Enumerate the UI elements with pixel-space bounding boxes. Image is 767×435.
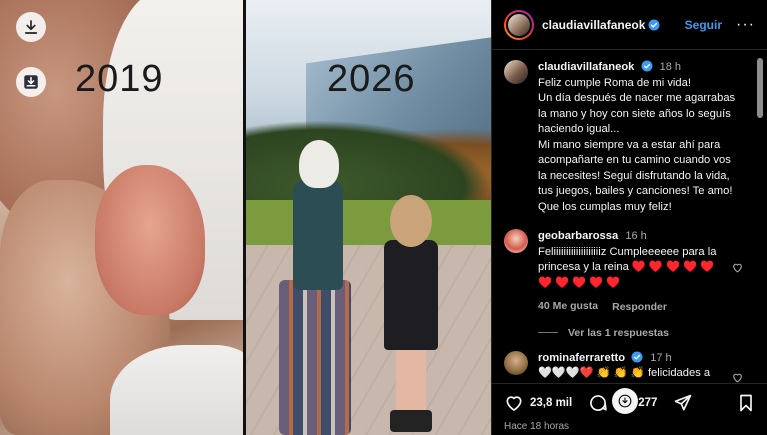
view-replies-row: Ver las 1 respuestas (538, 327, 742, 339)
photo-girl-shoes (390, 410, 432, 432)
photo-woman-torso (293, 180, 343, 290)
comment-likes[interactable]: 40 Me gusta (538, 299, 598, 315)
photo-woman-hair (299, 140, 339, 188)
post-sidebar: claudiavillafaneok Seguir ··· claudiavil… (491, 0, 767, 435)
download-icon (618, 394, 632, 408)
more-options-button[interactable]: ··· (736, 16, 755, 33)
comment-username[interactable]: rominaferraretto (538, 352, 625, 364)
post-caption: claudiavillafaneok 18 h Feliz cumple Rom… (504, 60, 742, 215)
comment-like-icon[interactable] (731, 261, 744, 274)
photo-baby-hand (95, 165, 205, 315)
save-media-icon (24, 75, 38, 89)
photo-girl-legs (396, 345, 426, 415)
author-avatar[interactable] (504, 9, 534, 40)
bookmark-button[interactable] (736, 393, 756, 413)
author-username[interactable]: claudiavillafaneok (542, 18, 645, 32)
comment-item: geobarbarossa 16 h Feliiiiiiiiiiiiiiiiii… (504, 229, 742, 315)
share-button[interactable] (673, 393, 693, 413)
post-header: claudiavillafaneok Seguir ··· (492, 0, 767, 50)
comments-list[interactable]: claudiavillafaneok 18 h Feliz cumple Rom… (492, 50, 754, 383)
floating-download-button[interactable] (612, 388, 638, 414)
bookmark-icon (740, 394, 752, 412)
comment-like-icon[interactable] (731, 371, 744, 384)
photo-woman (271, 140, 361, 435)
year-label-2019: 2019 (75, 58, 164, 100)
share-icon (675, 394, 692, 411)
post-timestamp: Hace 18 horas (504, 421, 570, 432)
verified-badge-icon (631, 351, 643, 362)
comment-username[interactable]: geobarbarossa (538, 230, 618, 242)
post-media[interactable]: 2019 2026 (0, 0, 491, 435)
comment-avatar[interactable] (504, 229, 528, 253)
comment-time: 17 h (650, 351, 672, 364)
photo-woman-pants (279, 280, 351, 435)
replies-divider (538, 332, 558, 333)
follow-button[interactable]: Seguir (685, 18, 722, 32)
comments-scrollbar[interactable] (757, 58, 763, 118)
verified-badge-icon (641, 60, 652, 72)
caption-time: 18 h (659, 61, 682, 73)
save-media-button[interactable] (16, 67, 46, 97)
like-button[interactable]: 23,8 mil (504, 393, 572, 413)
comment-icon (590, 395, 607, 411)
photo-girl (376, 195, 446, 435)
caption-username[interactable]: claudiavillafaneok (538, 61, 634, 73)
download-icon (24, 20, 38, 34)
comment-time: 16 h (625, 230, 647, 242)
comment-item: rominaferraretto 17 h 🤍🤍🤍❤️ 👏 👏 👏 felici… (504, 350, 744, 384)
photo-girl-dress (384, 240, 438, 350)
reply-button[interactable]: Responder (612, 299, 667, 315)
heart-icon (506, 396, 522, 411)
view-replies-button[interactable]: Ver las 1 respuestas (568, 327, 669, 339)
likes-count[interactable]: 23,8 mil (530, 397, 572, 409)
year-label-2026: 2026 (327, 58, 416, 100)
comments-count[interactable]: 277 (638, 397, 657, 409)
comment-text: Feliiiiiiiiiiiiiiiiiiiz Cumpleeeeee para… (538, 245, 717, 289)
photo-girl-hair (390, 195, 432, 247)
comment-text: 🤍🤍🤍❤️ 👏 👏 👏 felicidades a (538, 367, 711, 379)
download-button[interactable] (16, 12, 46, 42)
caption-text: Feliz cumple Roma de mi vida! Un día des… (538, 76, 736, 213)
verified-badge-icon (648, 19, 660, 30)
caption-avatar[interactable] (504, 60, 528, 84)
comment-avatar[interactable] (504, 350, 528, 375)
